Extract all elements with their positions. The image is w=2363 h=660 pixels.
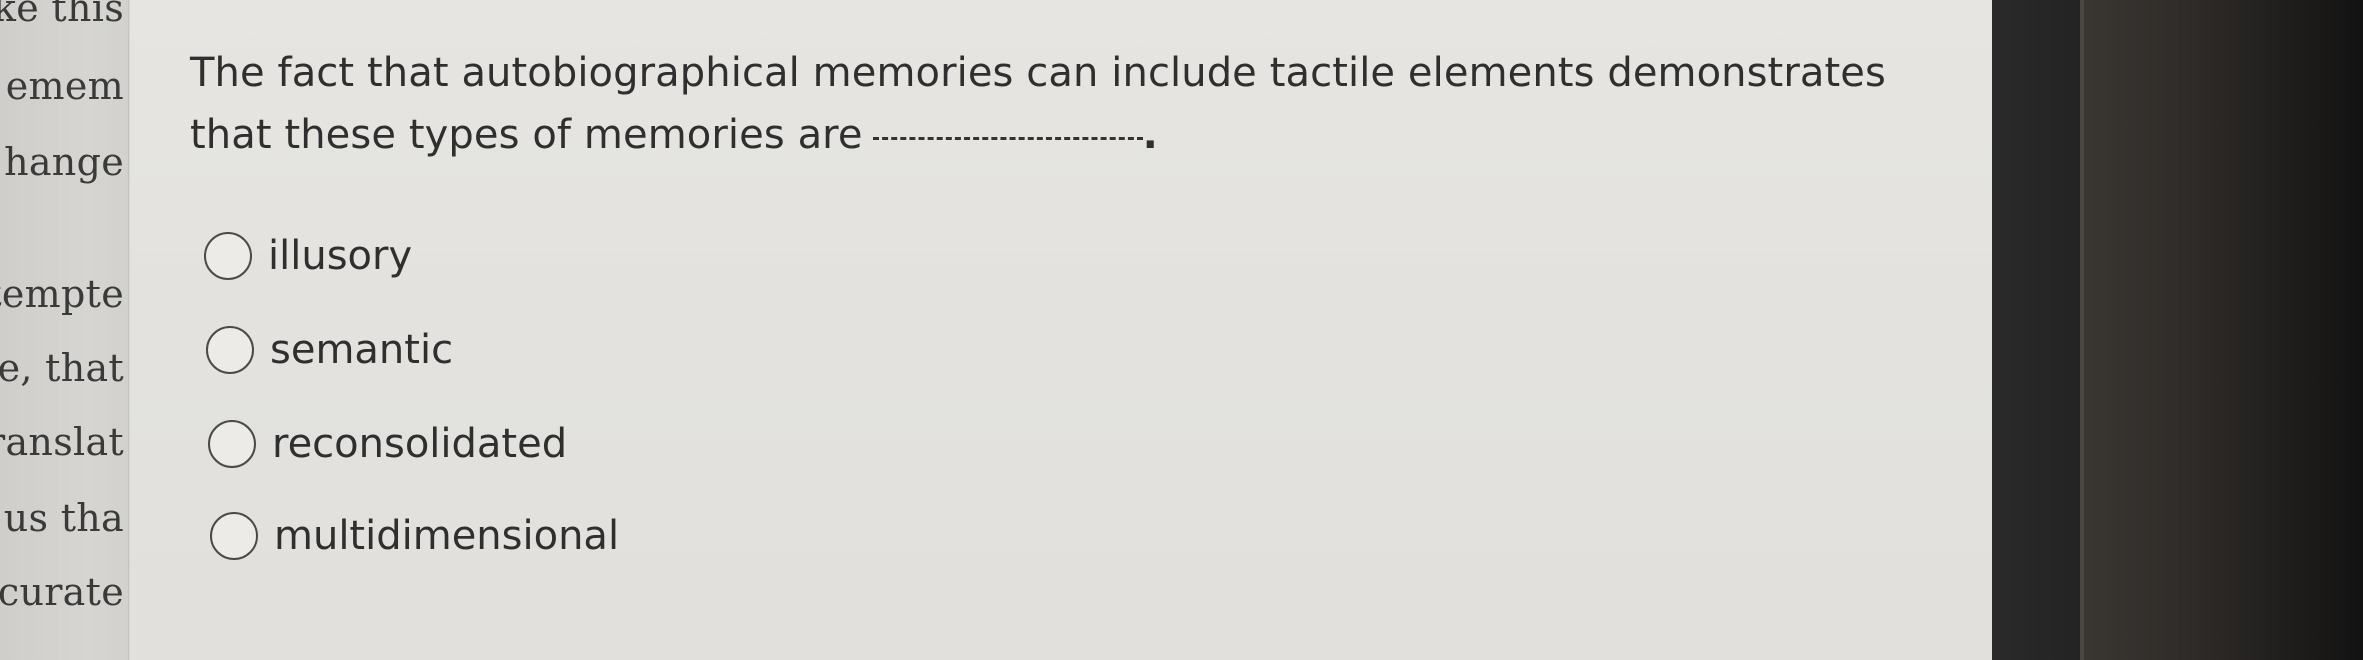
radio-button[interactable] [208, 420, 256, 468]
partial-text-line: hange [4, 140, 124, 184]
radio-button[interactable] [204, 232, 252, 280]
choice-illusory[interactable]: illusory [204, 232, 412, 280]
question-line-1: The fact that autobiographical memories … [190, 50, 1886, 96]
radio-button[interactable] [206, 326, 254, 374]
blank-period: . [1142, 112, 1158, 158]
screen-margin [1992, 0, 2084, 660]
monitor-bezel [2084, 0, 2363, 660]
partial-text-line: ke this [0, 0, 124, 30]
choice-reconsolidated[interactable]: reconsolidated [208, 420, 567, 468]
choice-label[interactable]: semantic [270, 327, 453, 373]
choice-label[interactable]: reconsolidated [272, 421, 567, 467]
question-text: The fact that autobiographical memories … [190, 42, 1890, 166]
choice-label[interactable]: illusory [268, 233, 412, 279]
partial-text-line: es us tha [0, 496, 124, 540]
choice-multidimensional[interactable]: multidimensional [210, 512, 619, 560]
partial-text-line: ccurate [0, 570, 124, 614]
choice-label[interactable]: multidimensional [274, 513, 619, 559]
partial-text-line: tempte [0, 272, 124, 316]
fill-in-blank [872, 127, 1143, 140]
question-line-2: that these types of memories are. [190, 104, 1890, 166]
question-card: The fact that autobiographical memories … [130, 0, 1992, 660]
radio-button[interactable] [210, 512, 258, 560]
partial-text-line: emem [5, 64, 124, 108]
screen: ke this emem hange tempte e, that ransla… [0, 0, 2363, 660]
previous-question-pane: ke this emem hange tempte e, that ransla… [0, 0, 129, 660]
question-line-2-text: that these types of memories are [190, 112, 863, 158]
choice-semantic[interactable]: semantic [206, 326, 453, 374]
partial-text-line: ranslat [0, 420, 124, 464]
partial-text-line: e, that [0, 346, 124, 390]
